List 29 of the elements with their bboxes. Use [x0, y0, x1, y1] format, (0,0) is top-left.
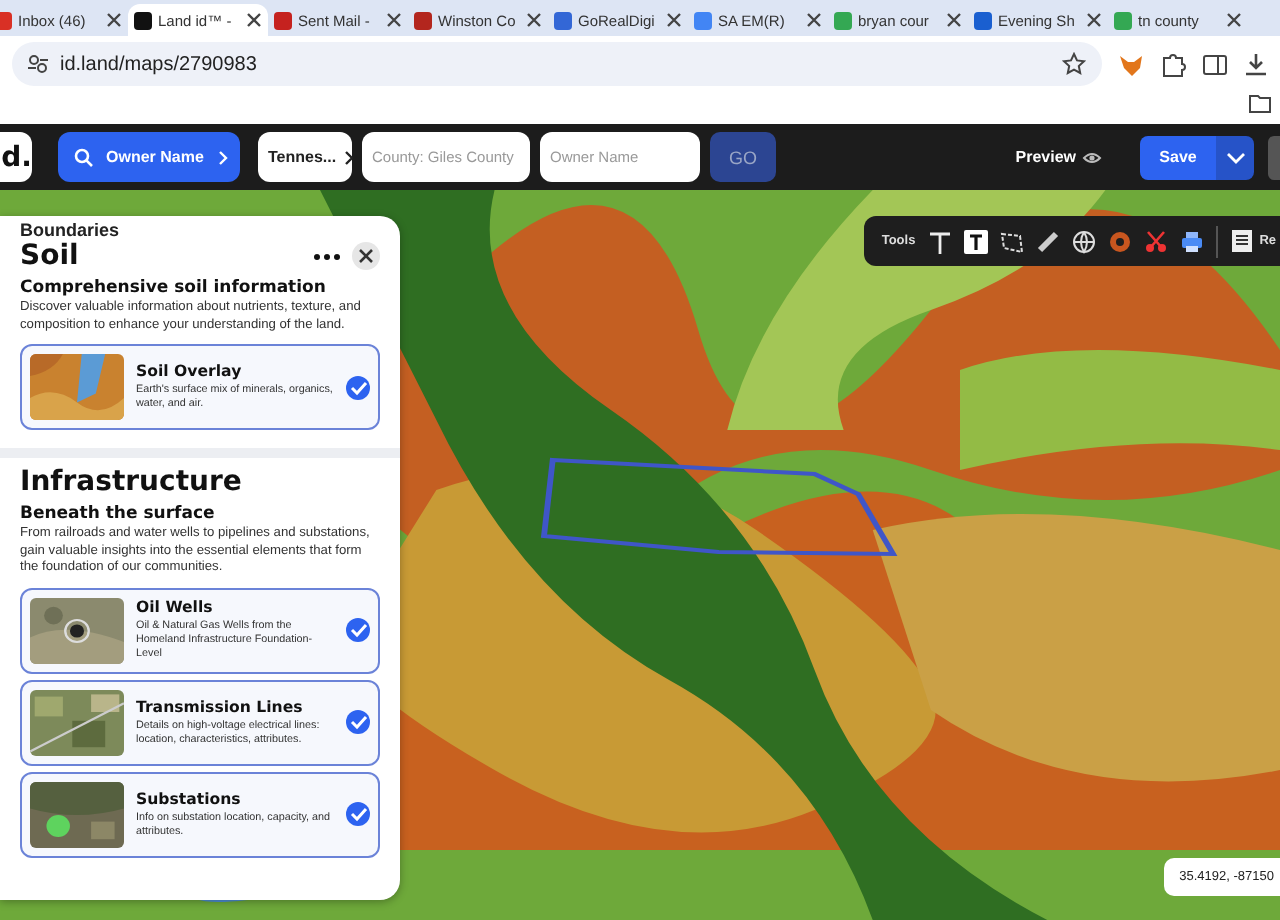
- state-selector[interactable]: Tennes...: [258, 132, 352, 182]
- favicon-icon[interactable]: [134, 11, 152, 29]
- folder-icon[interactable]: [1248, 92, 1272, 116]
- save-options-button[interactable]: [1216, 135, 1254, 179]
- close-icon[interactable]: [666, 12, 682, 28]
- star-icon[interactable]: [1062, 52, 1086, 76]
- eye-icon[interactable]: [1082, 149, 1102, 165]
- close-icon[interactable]: [1226, 12, 1242, 28]
- close-icon[interactable]: [946, 12, 962, 28]
- fox-icon[interactable]: [1118, 51, 1144, 77]
- chevron-icon[interactable]: [342, 149, 357, 165]
- search-icon[interactable]: [74, 147, 94, 167]
- puzzle-icon[interactable]: [1160, 51, 1186, 77]
- go-button[interactable]: GO: [710, 132, 776, 182]
- sidebar-icon[interactable]: [1202, 51, 1228, 77]
- site-info-icon[interactable]: [28, 54, 48, 74]
- close-icon[interactable]: [1086, 12, 1102, 28]
- url-text[interactable]: id.land/maps/2790983: [60, 53, 257, 75]
- preview-button[interactable]: Preview: [1015, 148, 1102, 166]
- app-logo[interactable]: d.: [0, 132, 32, 182]
- close-icon[interactable]: [526, 12, 542, 28]
- search-mode-button[interactable]: Owner Name: [58, 132, 240, 182]
- save-button[interactable]: Save: [1140, 135, 1216, 179]
- close-icon[interactable]: [386, 12, 402, 28]
- close-icon[interactable]: [806, 12, 822, 28]
- close-icon[interactable]: [106, 12, 122, 28]
- download-icon[interactable]: [1244, 52, 1268, 76]
- close-icon[interactable]: [246, 12, 262, 28]
- caret-icon[interactable]: [1225, 151, 1245, 163]
